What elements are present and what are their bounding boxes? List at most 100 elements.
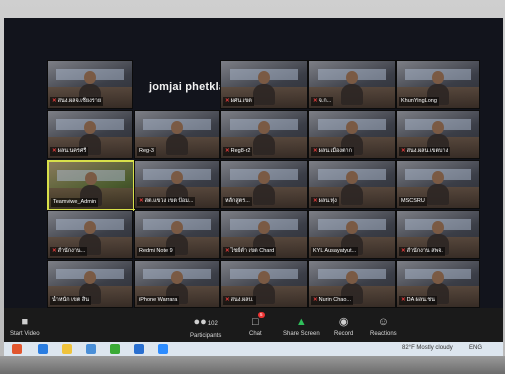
store-icon[interactable] [86, 344, 96, 354]
video-tile[interactable]: iPhone Warrara [134, 260, 220, 308]
video-tile[interactable]: น้ำหนัก เขต สิน [47, 260, 133, 308]
weather-widget[interactable]: 82°F Mostly cloudy [402, 345, 453, 351]
reactions-button[interactable]: ☺ Reactions [370, 316, 397, 337]
video-tile[interactable]: หลักสูตร... [220, 160, 308, 209]
participant-name: Reg-3 [139, 148, 154, 154]
mic-muted-icon: ✕ [225, 248, 230, 254]
video-tile[interactable]: ✕สำนักงาน สพจ. [396, 210, 480, 259]
participant-name-label: น้ำหนัก เขต สิน [50, 296, 91, 305]
mic-muted-icon: ✕ [401, 297, 406, 303]
video-feed-head [171, 271, 183, 284]
participant-name: สนง.ผลบ. [230, 297, 254, 303]
video-feed-head [257, 271, 270, 284]
participant-name: ไชย์ต่ำ เขต Chard [230, 248, 275, 254]
participant-name: MSCSRU [401, 198, 425, 204]
participant-name-label: ✕ผลน.นครศรี [50, 147, 89, 156]
video-feed-head [257, 121, 270, 135]
participant-name-label: หลักสูตร... [223, 197, 252, 206]
video-tile[interactable]: ✕DA ผลน.ชน [396, 260, 480, 308]
participant-name-label: ✕จ.ก... [311, 97, 334, 106]
video-tile[interactable]: KhunYingLong [396, 60, 480, 109]
video-tile[interactable]: Teamviwe_Admin [47, 160, 135, 211]
video-off-icon: ■︎ [21, 316, 29, 328]
mic-muted-icon: ✕ [225, 148, 230, 154]
participant-name-label: ✕ผลน.ทุ่ง [311, 197, 339, 206]
video-tile[interactable]: ✕ผศน.เขต [220, 60, 308, 109]
video-tile[interactable]: ✕Reg8-r2 [220, 110, 308, 159]
video-tile[interactable]: ✕สนง.ผลน.เขตบาง [396, 110, 480, 159]
participant-name: น้ำหนัก เขต สิน [52, 297, 89, 303]
participant-name: สนง.ผลน.เขตบาง [406, 148, 449, 154]
participant-name: Nurin Chao... [318, 297, 352, 303]
video-tile[interactable]: KYL Ausayatyut... [308, 210, 396, 259]
video-tile[interactable]: ✕ผลน.นครศรี [47, 110, 133, 159]
participant-name: iPhone Warrara [139, 297, 178, 303]
video-tile[interactable]: ✕สนง.ผลบ. [220, 260, 308, 308]
zoom-icon[interactable] [158, 344, 168, 354]
mic-muted-icon: ✕ [52, 148, 57, 154]
share-screen-button[interactable]: ▲ Share Screen [283, 316, 320, 337]
participant-name: Reg8-r2 [230, 148, 251, 154]
share-screen-icon: ▲ [295, 316, 307, 328]
video-feed-head [345, 271, 358, 284]
folder-icon[interactable] [62, 344, 72, 354]
chat-badge: 5 [258, 312, 265, 318]
participants-button[interactable]: ●●102 Participants [190, 316, 221, 339]
mic-muted-icon: ✕ [401, 148, 406, 154]
participant-name: ผศน.เขต [230, 98, 252, 104]
participant-name: KYL Ausayatyut... [313, 248, 357, 254]
participant-name: สนง.ผลจ.เชียงราย [57, 98, 102, 104]
participants-icon: ●●102 [193, 316, 218, 328]
participant-name-label: ✕ไชย์ต่ำ เขต Chard [223, 247, 277, 256]
participant-name: Teamviwe_Admin [53, 199, 97, 205]
record-button[interactable]: ◉ Record [334, 316, 353, 337]
video-feed-person [252, 183, 276, 206]
mic-muted-icon: ✕ [52, 98, 57, 104]
video-feed-head [432, 171, 444, 185]
participant-name-label: ✕สำนักงาน... [50, 247, 88, 256]
video-tile[interactable]: ✕สต.แขวง เขต ป้อม... [134, 160, 220, 209]
windows-taskbar: 82°F Mostly cloudy ENG [4, 342, 503, 356]
participant-name-label: Reg-3 [137, 147, 156, 156]
video-feed-person [340, 83, 364, 106]
mic-muted-icon: ✕ [313, 148, 318, 154]
video-tile[interactable]: ✕จ.ก... [308, 60, 396, 109]
video-tile[interactable]: ✕ผลน.เมืองตาก [308, 110, 396, 159]
participant-name-label: ✕สนง.ผลบ. [223, 296, 256, 305]
mic-muted-icon: ✕ [313, 297, 318, 303]
chat-button[interactable]: □ 5 Chat [249, 312, 265, 337]
participant-name-label: KYL Ausayatyut... [311, 247, 359, 256]
participant-name: KhunYingLong [401, 98, 437, 104]
video-tile[interactable]: ✕ไชย์ต่ำ เขต Chard [220, 210, 308, 259]
participant-name-label: ✕สำนักงาน สพจ. [399, 247, 445, 256]
video-tile[interactable]: Reg-3 [134, 110, 220, 159]
video-tile[interactable] [134, 60, 218, 107]
video-tile[interactable]: ✕Nurin Chao... [308, 260, 396, 308]
video-feed-head [84, 71, 96, 85]
video-tile[interactable]: Redmi Note 9 [134, 210, 220, 259]
participant-name-label: ✕สนง.ผลน.เขตบาง [399, 147, 451, 156]
video-tile[interactable]: ✕สำนักงาน... [47, 210, 133, 259]
start-video-button[interactable]: ■︎ Start Video [10, 316, 40, 337]
video-feed-person [166, 133, 188, 156]
mic-muted-icon: ✕ [313, 98, 318, 104]
mic-muted-icon: ✕ [139, 198, 144, 204]
video-tile[interactable]: MSCSRU [396, 160, 480, 209]
video-feed-head [345, 221, 358, 235]
participant-name: สำนักงาน... [57, 248, 86, 254]
video-tile[interactable]: ✕ผลน.ทุ่ง [308, 160, 396, 209]
participant-name-label: ✕สต.แขวง เขต ป้อม... [137, 197, 196, 206]
video-feed-head [171, 171, 183, 185]
video-tile[interactable]: ✕สนง.ผลจ.เชียงราย [47, 60, 133, 109]
participant-name: ผลน.เมืองตาก [318, 148, 352, 154]
reactions-icon: ☺ [377, 316, 389, 328]
line-icon[interactable] [110, 344, 120, 354]
video-feed-head [257, 171, 270, 185]
edge-icon[interactable] [38, 344, 48, 354]
participant-name-label: ✕Nurin Chao... [311, 296, 354, 305]
video-feed-person [340, 183, 364, 206]
word-icon[interactable] [134, 344, 144, 354]
laptop-keyboard-edge [0, 356, 505, 374]
system-tray[interactable]: ENG [469, 345, 482, 351]
browser-icon[interactable] [12, 344, 22, 354]
